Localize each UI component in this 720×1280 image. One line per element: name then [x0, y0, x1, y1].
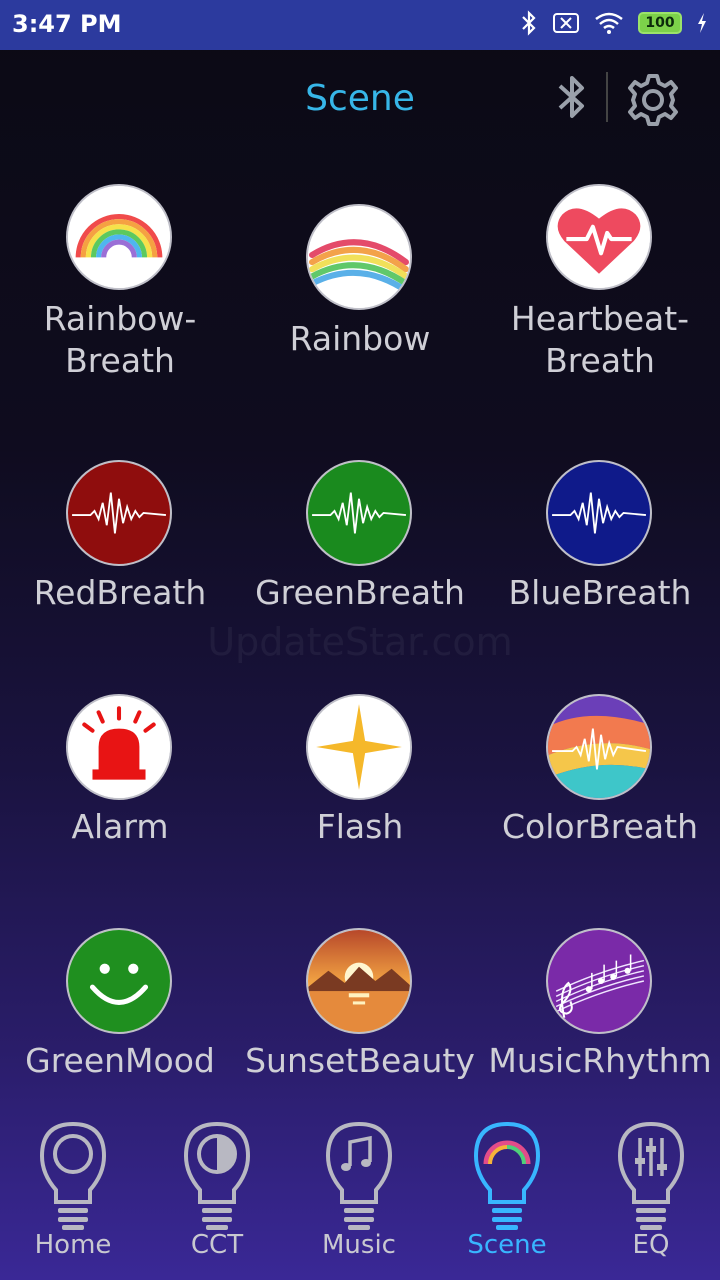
- nav-cct[interactable]: CCT: [162, 1110, 272, 1280]
- bulb-eq-icon: [617, 1121, 685, 1230]
- page-title: Scene: [305, 78, 415, 119]
- smiley-icon: [68, 930, 170, 1032]
- bulb-music-icon: [325, 1121, 393, 1230]
- nav-home[interactable]: Home: [18, 1110, 128, 1280]
- scene-blue-breath[interactable]: [546, 460, 652, 566]
- flash-star-icon: [308, 696, 410, 798]
- scene-color-breath[interactable]: [546, 694, 652, 800]
- rainbow-icon: [308, 206, 410, 308]
- sunset-icon: [308, 930, 410, 1032]
- scene-label: BlueBreath: [508, 573, 692, 612]
- scene-label: Rainbow: [289, 319, 431, 358]
- scene-heartbeat-breath[interactable]: [546, 184, 652, 290]
- nav-label: CCT: [190, 1230, 244, 1260]
- bluetooth-status-icon: [522, 10, 536, 36]
- scene-green-mood[interactable]: [66, 928, 172, 1034]
- scene-label: MusicRhythm: [488, 1041, 712, 1080]
- scene-label: Flash: [316, 807, 404, 846]
- scene-rainbow-breath[interactable]: [66, 184, 172, 290]
- bulb-scene-icon: [473, 1121, 541, 1230]
- battery-indicator: 100: [638, 12, 682, 34]
- bluetooth-icon[interactable]: [552, 70, 592, 126]
- bulb-home-icon: [39, 1121, 107, 1230]
- nav-label: Music: [322, 1230, 396, 1260]
- scene-label: ColorBreath: [501, 807, 699, 846]
- scene-green-breath[interactable]: [306, 460, 412, 566]
- nav-eq[interactable]: EQ: [596, 1110, 706, 1280]
- scene-label: SunsetBeauty: [245, 1041, 475, 1080]
- no-sim-icon: [553, 13, 579, 33]
- scene-label: GreenBreath: [255, 573, 465, 612]
- scene-red-breath[interactable]: [66, 460, 172, 566]
- nav-music[interactable]: Music: [304, 1110, 414, 1280]
- scene-label: Rainbow- Breath: [43, 299, 197, 380]
- nav-label: Scene: [467, 1230, 547, 1260]
- scene-music-rhythm[interactable]: [546, 928, 652, 1034]
- wifi-icon: [595, 12, 623, 34]
- charging-icon: [698, 13, 706, 33]
- scene-label: Alarm: [71, 807, 169, 846]
- status-bar: 3:47 PM 100: [0, 0, 720, 50]
- status-icons: 100: [520, 10, 708, 36]
- watermark: UpdateStar.com: [207, 620, 513, 664]
- bottom-nav: Home CCT Music Scene EQ: [0, 1110, 720, 1280]
- scene-label: RedBreath: [33, 573, 207, 612]
- scene-alarm[interactable]: [66, 694, 172, 800]
- scene-sunset-beauty[interactable]: [306, 928, 412, 1034]
- scene-label: GreenMood: [25, 1041, 215, 1080]
- gear-icon[interactable]: [624, 72, 682, 128]
- nav-label: EQ: [632, 1230, 670, 1260]
- red-pulse-icon: [68, 462, 170, 564]
- blue-pulse-icon: [548, 462, 650, 564]
- rainbow-breath-icon: [68, 186, 170, 288]
- nav-scene[interactable]: Scene: [452, 1110, 562, 1280]
- bulb-cct-icon: [183, 1121, 251, 1230]
- status-time: 3:47 PM: [12, 10, 122, 38]
- music-staff-icon: [548, 930, 650, 1032]
- header-divider: [606, 72, 608, 122]
- alarm-light-icon: [68, 696, 170, 798]
- color-breath-icon: [548, 696, 650, 798]
- green-pulse-icon: [308, 462, 410, 564]
- scene-label: Heartbeat- Breath: [510, 299, 690, 380]
- heartbeat-icon: [548, 186, 650, 288]
- scene-rainbow[interactable]: [306, 204, 412, 310]
- nav-label: Home: [34, 1230, 112, 1260]
- scene-flash[interactable]: [306, 694, 412, 800]
